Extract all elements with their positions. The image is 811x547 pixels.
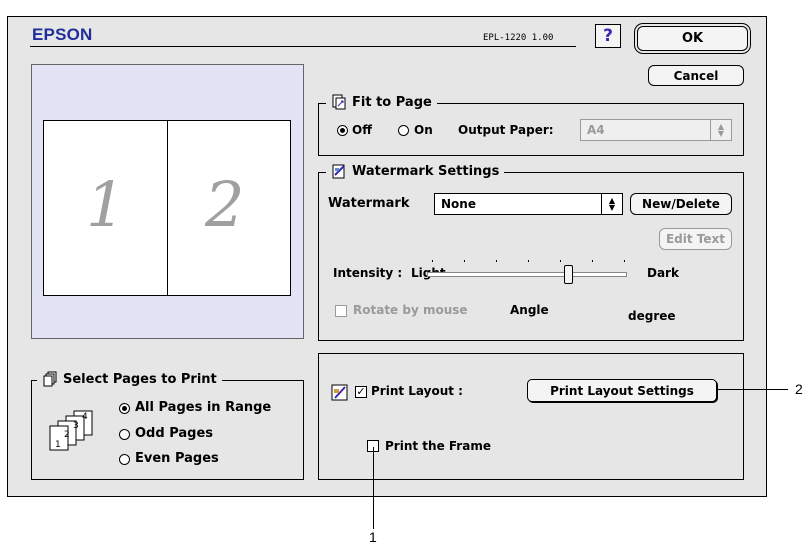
intensity-dark-label: Dark — [647, 266, 679, 280]
preview-page-2: 2 — [205, 168, 245, 241]
fit-to-page-icon — [332, 94, 346, 110]
print-frame-label: Print the Frame — [385, 439, 491, 453]
rotate-by-mouse-label: Rotate by mouse — [353, 303, 468, 317]
print-layout-settings-label: Print Layout Settings — [550, 383, 694, 398]
odd-pages-radio[interactable] — [119, 429, 130, 440]
slider-tick — [528, 260, 529, 262]
fit-on-radio[interactable] — [398, 125, 409, 136]
cancel-button[interactable]: Cancel — [648, 65, 744, 86]
watermark-icon — [332, 164, 345, 179]
print-layout-label: Print Layout : — [371, 384, 463, 398]
page-stack-number-2: 2 — [64, 430, 70, 440]
output-paper-value: A4 — [587, 123, 605, 137]
fit-on-label: On — [414, 123, 433, 137]
fit-to-page-label: Fit to Page — [352, 94, 432, 110]
select-pages-label: Select Pages to Print — [63, 371, 217, 387]
all-pages-label: All Pages in Range — [135, 400, 272, 415]
all-pages-radio[interactable] — [119, 403, 130, 414]
fit-off-radio[interactable] — [337, 125, 348, 136]
printer-model-version: EPL-1220 1.00 — [483, 33, 554, 43]
preview-page-divider — [167, 120, 168, 296]
output-paper-label: Output Paper: — [458, 123, 554, 137]
rotate-by-mouse-checkbox[interactable] — [335, 305, 347, 317]
print-layout-settings-button[interactable]: Print Layout Settings — [527, 379, 717, 402]
ok-button[interactable]: OK — [637, 26, 748, 51]
new-delete-button[interactable]: New/Delete — [630, 193, 732, 215]
watermark-value: None — [441, 197, 476, 211]
degree-label: degree — [628, 309, 676, 323]
intensity-label: Intensity : — [333, 266, 403, 280]
even-pages-radio[interactable] — [119, 454, 130, 465]
edit-text-button[interactable]: Edit Text — [659, 228, 732, 250]
pages-icon — [43, 371, 57, 387]
fit-off-label: Off — [352, 123, 372, 137]
slider-tick — [464, 260, 465, 262]
even-pages-label: Even Pages — [135, 451, 219, 466]
slider-tick — [496, 260, 497, 262]
help-button[interactable]: ? — [595, 24, 621, 48]
slider-tick — [560, 260, 561, 262]
epson-logo: EPSON — [32, 25, 93, 44]
select-pages-title: Select Pages to Print — [37, 370, 222, 388]
check-icon: ✓ — [356, 385, 366, 398]
callout-1-line — [373, 447, 374, 529]
watermark-label: Watermark — [328, 196, 410, 211]
angle-label: Angle — [510, 303, 549, 317]
print-layout-icon — [331, 384, 348, 401]
slider-tick — [592, 260, 593, 262]
watermark-title: Watermark Settings — [326, 162, 505, 180]
chevron-updown-icon: ▲ ▼ — [601, 194, 622, 214]
slider-tick — [432, 260, 433, 262]
intensity-slider-thumb[interactable] — [563, 265, 573, 284]
output-paper-select[interactable]: A4 ▲ ▼ — [580, 119, 732, 141]
title-rule — [30, 46, 576, 47]
slider-tick — [624, 260, 625, 262]
print-layout-checkbox[interactable]: ✓ — [355, 386, 367, 398]
odd-pages-label: Odd Pages — [135, 426, 213, 441]
callout-1: 1 — [369, 529, 377, 545]
callout-2-line — [716, 389, 788, 390]
watermark-select[interactable]: None ▲ ▼ — [434, 193, 623, 215]
callout-2: 2 — [795, 381, 803, 397]
page-stack-number-3: 3 — [73, 421, 79, 431]
question-icon: ? — [603, 26, 613, 46]
page-stack-number-4: 4 — [82, 412, 88, 422]
preview-page-1: 1 — [86, 168, 126, 241]
fit-to-page-title: Fit to Page — [326, 93, 437, 111]
chevron-updown-icon: ▲ ▼ — [710, 120, 731, 140]
watermark-settings-label: Watermark Settings — [352, 163, 500, 179]
page-stack-number-1: 1 — [55, 440, 61, 450]
print-layout-group — [318, 353, 744, 480]
page-stack-icon — [49, 410, 93, 451]
intensity-track — [427, 272, 627, 277]
